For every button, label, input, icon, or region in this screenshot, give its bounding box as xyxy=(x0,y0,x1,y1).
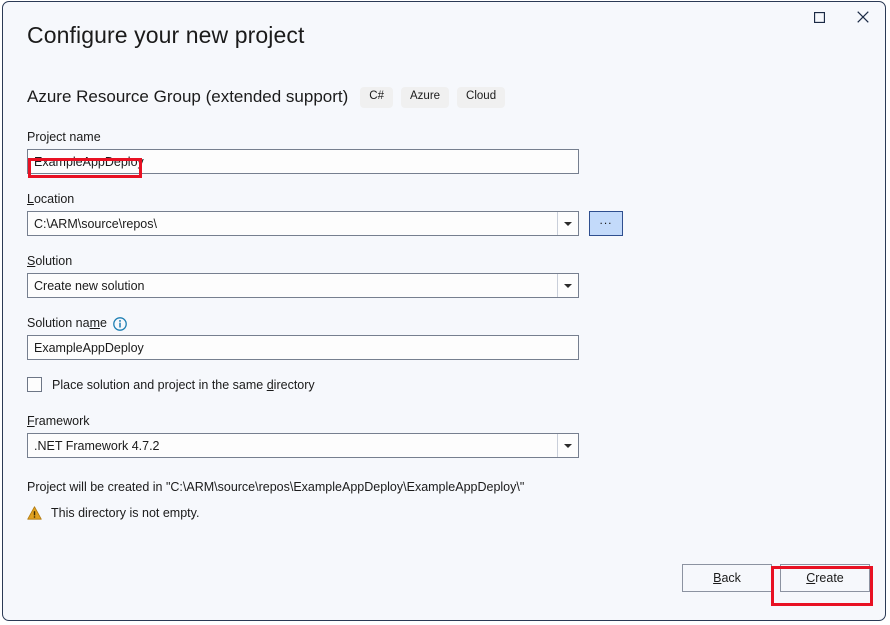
solution-name-row: ExampleAppDeploy xyxy=(27,335,627,360)
location-row: C:\ARM\source\repos\ ... xyxy=(27,211,627,236)
framework-label: Framework xyxy=(27,414,627,428)
back-button-label-accel: B xyxy=(713,571,721,585)
framework-value: .NET Framework 4.7.2 xyxy=(34,439,160,453)
location-label: Location xyxy=(27,192,627,206)
chevron-down-icon[interactable] xyxy=(557,212,578,235)
back-button-label-post: ack xyxy=(721,571,740,585)
solution-name-input[interactable]: ExampleAppDeploy xyxy=(27,335,579,360)
same-directory-label-accel: d xyxy=(267,378,274,392)
tag-category: Cloud xyxy=(457,87,505,108)
solution-name-label-accel: m xyxy=(90,316,100,330)
solution-label-accel: S xyxy=(27,254,35,268)
template-summary: Azure Resource Group (extended support) … xyxy=(27,87,513,108)
framework-row: .NET Framework 4.7.2 xyxy=(27,433,627,458)
same-directory-row[interactable]: Place solution and project in the same d… xyxy=(27,377,627,392)
created-path-text: Project will be created in "C:\ARM\sourc… xyxy=(27,480,627,494)
chevron-down-icon[interactable] xyxy=(557,434,578,457)
info-icon[interactable] xyxy=(113,317,127,331)
solution-name-value: ExampleAppDeploy xyxy=(34,341,144,355)
same-directory-label: Place solution and project in the same d… xyxy=(52,378,315,392)
solution-name-label-post: e xyxy=(100,316,107,330)
project-config-form: Project name ExampleAppDeploy Location C… xyxy=(27,130,627,520)
project-name-row: ExampleAppDeploy xyxy=(27,149,627,174)
create-button-label-accel: C xyxy=(806,571,815,585)
directory-warning: This directory is not empty. xyxy=(27,506,627,520)
same-directory-label-post: irectory xyxy=(274,378,315,392)
page-title: Configure your new project xyxy=(27,22,304,49)
tag-language: C# xyxy=(360,87,393,108)
framework-label-accel: F xyxy=(27,414,35,428)
solution-label: Solution xyxy=(27,254,627,268)
project-name-label: Project name xyxy=(27,130,627,144)
location-label-accel: L xyxy=(27,192,34,206)
maximize-icon[interactable] xyxy=(797,3,841,31)
tag-platform: Azure xyxy=(401,87,449,108)
project-name-label-text: Project name xyxy=(27,130,101,144)
back-button[interactable]: Back xyxy=(682,564,772,592)
framework-combobox[interactable]: .NET Framework 4.7.2 xyxy=(27,433,579,458)
same-directory-checkbox[interactable] xyxy=(27,377,42,392)
chevron-down-icon[interactable] xyxy=(557,274,578,297)
framework-label-post: ramework xyxy=(35,414,90,428)
solution-combobox[interactable]: Create new solution xyxy=(27,273,579,298)
solution-label-post: olution xyxy=(35,254,72,268)
same-directory-label-pre: Place solution and project in the same xyxy=(52,378,267,392)
project-name-value: ExampleAppDeploy xyxy=(34,155,144,169)
solution-row: Create new solution xyxy=(27,273,627,298)
configure-project-dialog: Configure your new project Azure Resourc… xyxy=(2,1,886,621)
location-label-post: ocation xyxy=(34,192,74,206)
template-name: Azure Resource Group (extended support) xyxy=(27,87,348,107)
browse-location-button[interactable]: ... xyxy=(589,211,623,236)
location-combobox[interactable]: C:\ARM\source\repos\ xyxy=(27,211,579,236)
dialog-footer: Back Create xyxy=(3,552,885,620)
solution-value: Create new solution xyxy=(34,279,144,293)
solution-name-label-pre: Solution na xyxy=(27,316,90,330)
project-name-input[interactable]: ExampleAppDeploy xyxy=(27,149,579,174)
directory-warning-text: This directory is not empty. xyxy=(51,506,199,520)
create-button-label-post: reate xyxy=(815,571,844,585)
warning-triangle-icon xyxy=(27,506,42,520)
create-button[interactable]: Create xyxy=(780,564,870,592)
close-icon[interactable] xyxy=(841,3,885,31)
solution-name-label: Solution name xyxy=(27,316,627,330)
location-value: C:\ARM\source\repos\ xyxy=(34,217,157,231)
